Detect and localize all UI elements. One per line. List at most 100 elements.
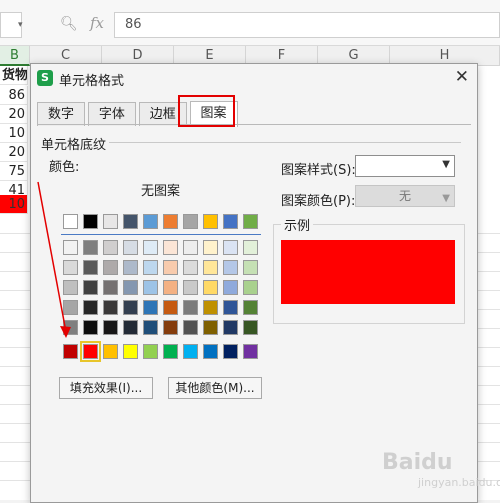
tint-color-swatch[interactable] bbox=[243, 300, 258, 315]
close-icon[interactable]: ✕ bbox=[455, 67, 469, 87]
tint-color-swatch[interactable] bbox=[103, 260, 118, 275]
tint-color-swatch[interactable] bbox=[103, 280, 118, 295]
standard-color-swatch[interactable] bbox=[163, 344, 178, 359]
chevron-down-icon: ▼ bbox=[442, 159, 450, 170]
color-label: 颜色: bbox=[49, 160, 80, 175]
column-header-b[interactable]: B bbox=[0, 46, 30, 66]
tint-color-swatch[interactable] bbox=[163, 280, 178, 295]
dialog-titlebar[interactable]: S 单元格格式 ✕ bbox=[31, 64, 477, 92]
standard-color-swatch[interactable] bbox=[183, 344, 198, 359]
tab-number[interactable]: 数字 bbox=[37, 102, 86, 126]
standard-color-swatch[interactable] bbox=[203, 344, 218, 359]
theme-color-swatch[interactable] bbox=[163, 214, 178, 229]
theme-color-swatch[interactable] bbox=[183, 214, 198, 229]
tint-color-swatch[interactable] bbox=[123, 300, 138, 315]
no-pattern-option[interactable]: 无图案 bbox=[141, 180, 180, 199]
tint-color-swatch[interactable] bbox=[63, 300, 78, 315]
pattern-style-select[interactable]: ▼ bbox=[355, 155, 455, 177]
name-box-dropdown-icon[interactable]: ▾ bbox=[18, 20, 23, 30]
tint-color-swatch[interactable] bbox=[123, 240, 138, 255]
tint-color-swatch[interactable] bbox=[63, 260, 78, 275]
formula-input[interactable]: 86 bbox=[114, 12, 500, 38]
table-row-selected[interactable]: 10 bbox=[0, 195, 28, 214]
tint-color-swatch[interactable] bbox=[83, 320, 98, 335]
theme-color-swatch[interactable] bbox=[143, 214, 158, 229]
tint-color-swatch[interactable] bbox=[143, 260, 158, 275]
tint-color-swatch[interactable] bbox=[243, 240, 258, 255]
theme-color-swatch[interactable] bbox=[203, 214, 218, 229]
standard-color-swatch[interactable] bbox=[103, 344, 118, 359]
tint-color-swatch[interactable] bbox=[183, 320, 198, 335]
fill-effect-button[interactable]: 填充效果(I)... bbox=[59, 377, 153, 399]
tint-color-swatch[interactable] bbox=[223, 280, 238, 295]
tint-color-swatch[interactable] bbox=[203, 260, 218, 275]
tint-color-swatch[interactable] bbox=[83, 240, 98, 255]
palette-divider bbox=[61, 234, 261, 235]
tint-color-swatch[interactable] bbox=[183, 240, 198, 255]
theme-color-swatch[interactable] bbox=[243, 214, 258, 229]
pattern-style-label: 图案样式(S): bbox=[281, 163, 356, 178]
table-row[interactable]: 20 bbox=[0, 143, 28, 162]
standard-color-swatch[interactable] bbox=[80, 341, 101, 362]
tint-color-swatch[interactable] bbox=[163, 320, 178, 335]
tint-color-swatch[interactable] bbox=[243, 260, 258, 275]
tint-color-swatch[interactable] bbox=[203, 240, 218, 255]
format-cells-dialog: S 单元格格式 ✕ 数字 字体 边框 图案 单元格底纹 颜色: 无图案 填充效果… bbox=[30, 63, 478, 503]
tint-color-swatch[interactable] bbox=[83, 300, 98, 315]
tab-font[interactable]: 字体 bbox=[87, 102, 136, 126]
cell-b-header[interactable]: 货物数 bbox=[0, 66, 28, 85]
tint-color-swatch[interactable] bbox=[83, 260, 98, 275]
tint-color-swatch[interactable] bbox=[123, 320, 138, 335]
theme-color-swatch[interactable] bbox=[63, 214, 78, 229]
standard-color-swatch[interactable] bbox=[223, 344, 238, 359]
tint-color-swatch[interactable] bbox=[63, 320, 78, 335]
tint-color-swatch[interactable] bbox=[223, 320, 238, 335]
tint-color-swatch[interactable] bbox=[143, 240, 158, 255]
tint-color-swatch[interactable] bbox=[203, 280, 218, 295]
tint-color-swatch[interactable] bbox=[163, 260, 178, 275]
tint-color-swatch[interactable] bbox=[143, 280, 158, 295]
table-row[interactable]: 20 bbox=[0, 105, 28, 124]
tint-color-swatch[interactable] bbox=[223, 240, 238, 255]
more-colors-button[interactable]: 其他颜色(M)... bbox=[168, 377, 262, 399]
tint-color-swatch[interactable] bbox=[243, 280, 258, 295]
tint-color-swatch[interactable] bbox=[143, 320, 158, 335]
standard-color-swatch[interactable] bbox=[143, 344, 158, 359]
tint-color-swatch[interactable] bbox=[223, 260, 238, 275]
tint-color-swatch[interactable] bbox=[163, 300, 178, 315]
tint-color-swatch[interactable] bbox=[243, 320, 258, 335]
standard-color-swatch[interactable] bbox=[243, 344, 258, 359]
tint-color-swatch[interactable] bbox=[223, 300, 238, 315]
tint-color-swatch[interactable] bbox=[183, 260, 198, 275]
theme-color-swatch[interactable] bbox=[123, 214, 138, 229]
tint-color-swatch[interactable] bbox=[103, 300, 118, 315]
tint-color-swatch[interactable] bbox=[103, 240, 118, 255]
table-row[interactable]: 10 bbox=[0, 124, 28, 143]
zoom-icon[interactable]: 🔍︎ bbox=[60, 16, 78, 32]
theme-color-swatch[interactable] bbox=[223, 214, 238, 229]
fx-icon[interactable]: fx bbox=[90, 14, 104, 32]
tint-color-swatch[interactable] bbox=[203, 300, 218, 315]
tint-color-swatch[interactable] bbox=[183, 300, 198, 315]
section-divider bbox=[109, 142, 461, 143]
tint-color-swatch[interactable] bbox=[123, 280, 138, 295]
standard-color-swatch[interactable] bbox=[123, 344, 138, 359]
tint-color-swatch[interactable] bbox=[183, 280, 198, 295]
theme-color-swatch[interactable] bbox=[103, 214, 118, 229]
theme-color-swatch[interactable] bbox=[83, 214, 98, 229]
tint-color-swatch[interactable] bbox=[103, 320, 118, 335]
table-row[interactable]: 75 bbox=[0, 162, 28, 181]
chevron-down-icon: ▼ bbox=[442, 193, 450, 204]
tint-color-swatch[interactable] bbox=[203, 320, 218, 335]
tint-color-swatch[interactable] bbox=[63, 280, 78, 295]
pattern-color-select[interactable]: 无 ▼ bbox=[355, 185, 455, 207]
standard-color-swatch[interactable] bbox=[63, 344, 78, 359]
tint-color-swatch[interactable] bbox=[83, 280, 98, 295]
tint-color-swatch[interactable] bbox=[123, 260, 138, 275]
tint-color-swatch[interactable] bbox=[63, 240, 78, 255]
formula-bar: ▾ 🔍︎ fx 86 bbox=[0, 0, 500, 46]
tint-color-swatch[interactable] bbox=[143, 300, 158, 315]
table-row[interactable]: 86 bbox=[0, 86, 28, 105]
pattern-color-label: 图案颜色(P): bbox=[281, 194, 356, 209]
tint-color-swatch[interactable] bbox=[163, 240, 178, 255]
